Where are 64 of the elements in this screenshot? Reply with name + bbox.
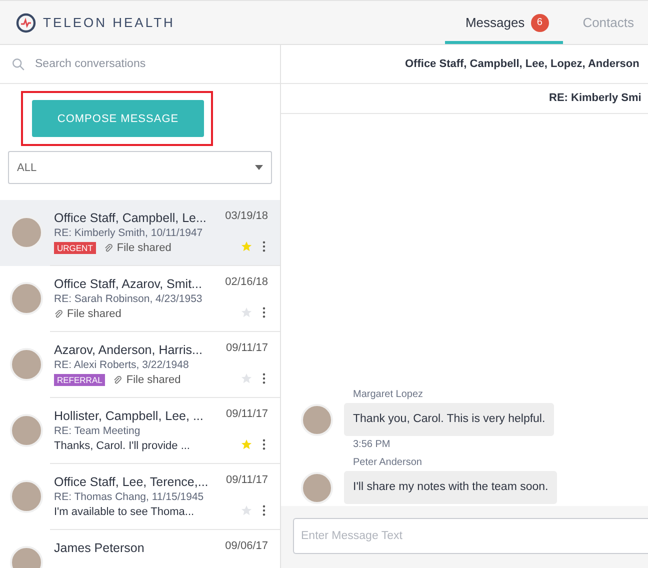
conversation-subject: RE: Thomas Chang, 11/15/1945: [54, 491, 205, 503]
search-field[interactable]: Search conversations: [33, 57, 280, 71]
avatar: [301, 404, 333, 436]
avatar: [10, 414, 43, 447]
conversation-item[interactable]: Office Staff, Campbell, Le... RE: Kimberly Smith, 10/11/1947 URGENT File shared 03/19/18: [0, 200, 280, 266]
thread-subject: RE: Kimberly Smi: [281, 84, 648, 114]
tag: REFERRAL: [54, 374, 106, 386]
conversation-title: Office Staff, Lee, Terence,...: [54, 474, 209, 490]
conversation-date: 03/19/18: [225, 210, 268, 222]
conversation-date: 09/11/17: [226, 408, 268, 420]
more-icon[interactable]: [262, 307, 266, 318]
brand-name: TELEON HEALTH: [43, 15, 175, 30]
paperclip-icon: [113, 376, 122, 384]
message-bubble: Thank you, Carol. This is very helpful.: [344, 403, 554, 436]
search-icon: [12, 58, 25, 70]
avatar: [10, 348, 43, 381]
star-icon[interactable]: [241, 439, 252, 450]
star-icon[interactable]: [241, 241, 252, 252]
avatar: [301, 472, 333, 504]
avatar: [10, 282, 43, 315]
message-preview: Thanks, Carol. I'll provide ...: [54, 440, 190, 452]
conversation-subject: RE: Sarah Robinson, 4/23/1953: [54, 293, 204, 305]
star-icon[interactable]: [241, 505, 252, 516]
thread-participants: Office Staff, Campbell, Lee, Lopez, Anderson: [281, 45, 648, 84]
conversation-item[interactable]: Hollister, Campbell, Lee, ... RE: Team Meeting Thanks, Carol. I'll provide ... 09/11/17: [0, 398, 280, 464]
conversation-subject: RE: Alexi Roberts, 3/22/1948: [54, 359, 190, 371]
more-icon[interactable]: [262, 505, 266, 516]
conversation-title: Hollister, Campbell, Lee, ...: [54, 408, 204, 424]
caret-icon: [255, 165, 263, 170]
paperclip-icon: [104, 244, 113, 252]
message-bubble: I'll share my notes with the team soon.: [344, 471, 558, 504]
message-preview: I'm available to see Thoma...: [54, 506, 194, 518]
conversation-title: Azarov, Anderson, Harris...: [54, 342, 204, 358]
conversation-subject: RE: Team Meeting: [54, 425, 142, 437]
filter-dropdown[interactable]: ALL: [8, 151, 272, 184]
sender-name: Margaret Lopez: [353, 389, 424, 400]
conversation-subject: RE: Kimberly Smith, 10/11/1947: [54, 227, 204, 239]
conversation-date: 09/11/17: [226, 342, 268, 354]
conversation-title: Office Staff, Azarov, Smit...: [54, 276, 203, 292]
tab[interactable]: Messages 6: [445, 1, 563, 44]
conversation-date: 09/11/17: [226, 474, 268, 486]
attachment-label: File shared: [126, 374, 181, 386]
conversation-title: Office Staff, Campbell, Le...: [54, 210, 208, 226]
message-time: 3:56 PM: [353, 439, 390, 450]
sender-name: Peter Anderson: [353, 457, 422, 468]
avatar: [10, 480, 43, 513]
conversation-item[interactable]: Office Staff, Azarov, Smit... RE: Sarah Robinson, 4/23/1953 File shared 02/16/18: [0, 266, 280, 332]
attachment-label: File shared: [116, 242, 172, 254]
more-icon[interactable]: [262, 373, 266, 384]
unread-badge: 6: [530, 14, 549, 32]
conversation-item[interactable]: Azarov, Anderson, Harris... RE: Alexi Roberts, 3/22/1948 REFERRAL File shared 09/11/17: [0, 332, 280, 398]
conversation-title: James Peterson: [54, 540, 146, 556]
star-icon[interactable]: [241, 307, 252, 318]
message-input[interactable]: Enter Message Text: [293, 518, 648, 554]
more-icon[interactable]: [262, 439, 266, 450]
tag: URGENT: [54, 242, 96, 254]
conversation-date: 02/16/18: [225, 276, 268, 288]
paperclip-icon: [54, 310, 63, 318]
conversation-date: 09/06/17: [225, 540, 268, 552]
conversation-item[interactable]: Office Staff, Lee, Terence,... RE: Thomas Chang, 11/15/1945 I'm available to see Thoma... 09/11/17: [0, 464, 280, 530]
logo-icon: [16, 12, 36, 32]
more-icon[interactable]: [262, 241, 266, 252]
star-icon[interactable]: [241, 373, 252, 384]
attachment-label: File shared: [67, 308, 122, 320]
